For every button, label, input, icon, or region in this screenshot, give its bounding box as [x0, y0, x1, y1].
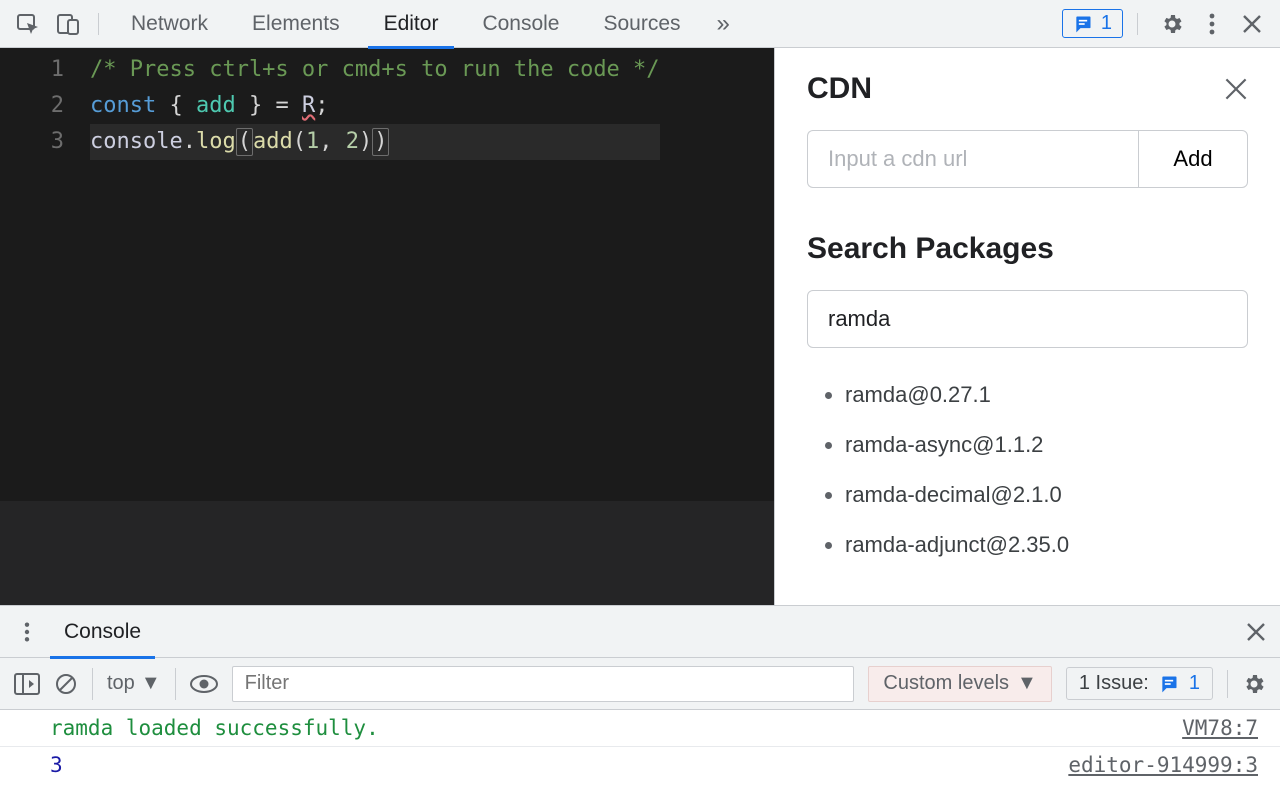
tab-label: Console: [482, 12, 559, 36]
chat-icon: [1159, 674, 1179, 694]
issues-count: 1: [1101, 12, 1112, 35]
close-devtools-icon[interactable]: [1232, 4, 1272, 44]
package-result[interactable]: ramda-adjunct@2.35.0: [845, 520, 1248, 570]
cdn-url-input[interactable]: [807, 130, 1138, 188]
console-settings-icon[interactable]: [1242, 672, 1266, 696]
kebab-menu-icon[interactable]: [1192, 4, 1232, 44]
tab-network[interactable]: Network: [109, 0, 230, 48]
log-levels-select[interactable]: Custom levels ▼: [868, 666, 1051, 702]
tab-label: Editor: [384, 12, 439, 36]
console-message: 3: [50, 753, 63, 777]
cdn-side-panel: CDN Add Search Packages ramda@0.27.1 ram…: [774, 48, 1280, 605]
console-row: ramda loaded successfully. VM78:7: [0, 710, 1280, 746]
execution-context-select[interactable]: top ▼: [92, 668, 176, 700]
package-search-input[interactable]: [807, 290, 1248, 348]
devtools-tab-strip: Network Elements Editor Console Sources …: [0, 0, 1280, 48]
side-panel-header: CDN: [807, 72, 1248, 106]
code-line: console.log(add(1, 2)): [90, 124, 660, 160]
drawer-menu-icon[interactable]: [14, 621, 40, 643]
chevron-down-icon: ▼: [141, 672, 161, 695]
package-results-list: ramda@0.27.1 ramda-async@1.1.2 ramda-dec…: [845, 370, 1248, 570]
cdn-input-row: Add: [807, 130, 1248, 188]
tab-label: Sources: [604, 12, 681, 36]
separator: [1137, 13, 1138, 35]
console-source-link[interactable]: editor-914999:3: [1068, 753, 1258, 777]
console-source-link[interactable]: VM78:7: [1182, 716, 1258, 740]
package-result[interactable]: ramda-async@1.1.2: [845, 420, 1248, 470]
line-gutter: 1 2 3: [0, 52, 90, 501]
package-result[interactable]: ramda@0.27.1: [845, 370, 1248, 420]
live-expression-icon[interactable]: [190, 674, 218, 694]
separator: [98, 13, 99, 35]
chevron-down-icon: ▼: [1017, 672, 1037, 695]
tab-elements[interactable]: Elements: [230, 0, 362, 48]
console-message: ramda loaded successfully.: [50, 716, 379, 740]
issues-indicator[interactable]: 1: [1062, 9, 1123, 38]
device-toolbar-icon[interactable]: [48, 4, 88, 44]
code-line: const { add } = R;: [90, 88, 660, 124]
code-area[interactable]: 1 2 3 /* Press ctrl+s or cmd+s to run th…: [0, 48, 774, 501]
main-split: 1 2 3 /* Press ctrl+s or cmd+s to run th…: [0, 48, 1280, 605]
close-panel-icon[interactable]: [1224, 77, 1248, 101]
line-number: 3: [0, 124, 64, 160]
code-lines: /* Press ctrl+s or cmd+s to run the code…: [90, 52, 660, 501]
chat-icon: [1073, 14, 1093, 34]
console-row: 3 editor-914999:3: [0, 746, 1280, 783]
editor-pane: 1 2 3 /* Press ctrl+s or cmd+s to run th…: [0, 48, 774, 605]
cdn-add-button[interactable]: Add: [1138, 130, 1248, 188]
console-issues-button[interactable]: 1 Issue: 1: [1066, 667, 1213, 700]
cdn-heading: CDN: [807, 72, 872, 106]
package-result[interactable]: ramda-decimal@2.1.0: [845, 470, 1248, 520]
console-sidebar-toggle-icon[interactable]: [14, 673, 40, 695]
tab-label: Network: [131, 12, 208, 36]
clear-console-icon[interactable]: [54, 672, 78, 696]
search-packages-heading: Search Packages: [807, 232, 1248, 266]
drawer-tab-console[interactable]: Console: [50, 606, 155, 658]
console-drawer: Console top ▼ Custom levels ▼ 1 Issue: 1: [0, 605, 1280, 800]
line-number: 1: [0, 52, 64, 88]
drawer-tab-strip: Console: [0, 606, 1280, 658]
tab-editor[interactable]: Editor: [362, 0, 461, 48]
console-toolbar: top ▼ Custom levels ▼ 1 Issue: 1: [0, 658, 1280, 710]
close-drawer-icon[interactable]: [1246, 622, 1266, 642]
console-filter-input[interactable]: [232, 666, 855, 702]
more-tabs-icon[interactable]: »: [703, 10, 744, 38]
tab-console[interactable]: Console: [460, 0, 581, 48]
settings-icon[interactable]: [1152, 4, 1192, 44]
line-number: 2: [0, 88, 64, 124]
editor-footer: [0, 501, 774, 605]
tab-sources[interactable]: Sources: [582, 0, 703, 48]
code-line: /* Press ctrl+s or cmd+s to run the code…: [90, 52, 660, 88]
inspect-element-icon[interactable]: [8, 4, 48, 44]
separator: [1227, 670, 1228, 698]
console-log: ramda loaded successfully. VM78:7 3 edit…: [0, 710, 1280, 800]
tab-label: Elements: [252, 12, 340, 36]
